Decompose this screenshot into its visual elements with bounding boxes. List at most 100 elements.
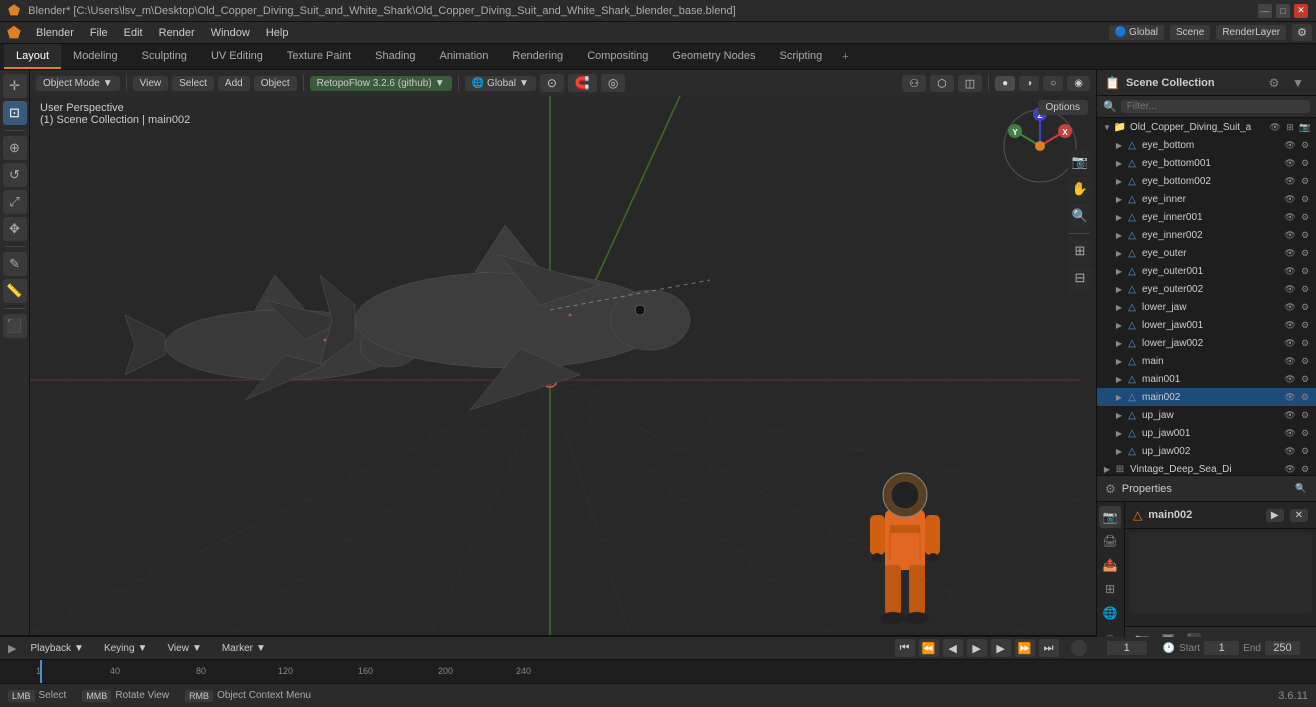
outliner-item-up-jaw001[interactable]: ▶ △ up_jaw001 👁 ⚙ xyxy=(1097,424,1316,442)
snap-toggle[interactable]: 🧲 xyxy=(568,74,597,92)
tab-sculpting[interactable]: Sculpting xyxy=(130,44,199,69)
outliner-item-eye-outer002[interactable]: ▶ △ eye_outer002 👁 ⚙ xyxy=(1097,280,1316,298)
modifier-icon[interactable]: ⚙ xyxy=(1298,336,1312,350)
rotate-tool[interactable]: ↺ xyxy=(3,163,27,187)
collection-icon-btn[interactable]: ⊟ xyxy=(1068,266,1092,290)
outliner-filter-btn[interactable]: ⚙ xyxy=(1264,73,1284,93)
tab-modeling[interactable]: Modeling xyxy=(61,44,130,69)
tab-animation[interactable]: Animation xyxy=(428,44,501,69)
scale-tool[interactable]: ⤢ xyxy=(3,190,27,214)
visibility-icon[interactable]: 👁 xyxy=(1283,210,1297,224)
modifier-icon[interactable]: ⚙ xyxy=(1298,354,1312,368)
outliner-item-lower-jaw[interactable]: ▶ △ lower_jaw 👁 ⚙ xyxy=(1097,298,1316,316)
end-frame-input[interactable] xyxy=(1265,641,1300,655)
scene-data-props-icon[interactable]: 🌐 xyxy=(1099,602,1121,624)
measure-tool[interactable]: 📏 xyxy=(3,279,27,303)
modifier-icon[interactable]: ⚙ xyxy=(1298,300,1312,314)
retopoflow-btn[interactable]: RetopoFlow 3.2.6 (github) ▼ xyxy=(310,76,452,91)
play-btn[interactable]: ▶ xyxy=(967,639,987,657)
select-menu-btn[interactable]: Select xyxy=(172,76,214,91)
menu-edit[interactable]: Edit xyxy=(116,25,151,41)
view-menu-btn[interactable]: View xyxy=(133,76,169,91)
blender-menu-logo[interactable]: ⬟ xyxy=(4,23,24,43)
modifier-icon[interactable]: ⚙ xyxy=(1298,444,1312,458)
close-button[interactable]: ✕ xyxy=(1294,4,1308,18)
renderlayer-selector[interactable]: RenderLayer xyxy=(1216,25,1286,40)
next-keyframe-btn[interactable]: ▶ xyxy=(991,639,1011,657)
marker-menu[interactable]: Marker ▼ xyxy=(216,641,272,656)
magnify-tool-btn[interactable]: 🔍 xyxy=(1068,204,1092,228)
move-tool[interactable]: ⊕ xyxy=(3,136,27,160)
proportional-toggle[interactable]: ◎ xyxy=(601,74,625,92)
modifier-icon[interactable]: ⚙ xyxy=(1298,372,1312,386)
object-menu-btn[interactable]: Object xyxy=(254,76,297,91)
outliner-item-lower-jaw001[interactable]: ▶ △ lower_jaw001 👁 ⚙ xyxy=(1097,316,1316,334)
next-frame-btn[interactable]: ⏩ xyxy=(1015,639,1035,657)
viewport-display-icon[interactable]: ⊞ xyxy=(1283,120,1297,134)
overlay-toggle[interactable]: ⬡ xyxy=(930,75,954,92)
modifier-icon[interactable]: ⚙ xyxy=(1298,390,1312,404)
focus-icon-btn[interactable]: ⊞ xyxy=(1068,239,1092,263)
outliner-search-input[interactable] xyxy=(1121,100,1310,113)
outliner-item-eye-bottom002[interactable]: ▶ △ eye_bottom002 👁 ⚙ xyxy=(1097,172,1316,190)
visibility-icon[interactable]: 👁 xyxy=(1283,192,1297,206)
outliner-item-eye-bottom[interactable]: ▶ △ eye_bottom 👁 ⚙ xyxy=(1097,136,1316,154)
visibility-icon[interactable]: 👁 xyxy=(1283,228,1297,242)
visibility-icon[interactable]: 👁 xyxy=(1283,444,1297,458)
visibility-icon[interactable]: 👁 xyxy=(1283,156,1297,170)
visibility-icon[interactable]: 👁 xyxy=(1283,282,1297,296)
modifier-icon[interactable]: ⚙ xyxy=(1298,156,1312,170)
visibility-icon[interactable]: 👁 xyxy=(1283,354,1297,368)
scene-props-icon[interactable]: 📷 xyxy=(1099,506,1121,528)
start-frame-input[interactable] xyxy=(1204,641,1239,655)
scene-selector[interactable]: Scene xyxy=(1170,25,1210,40)
visibility-icon[interactable]: 👁 xyxy=(1268,120,1282,134)
modifier-icon[interactable]: ⚙ xyxy=(1298,426,1312,440)
eevee-shading[interactable]: ◉ xyxy=(1067,76,1090,91)
modifier-icon[interactable]: ⚙ xyxy=(1298,228,1312,242)
tab-layout[interactable]: Layout xyxy=(4,44,61,69)
visibility-icon[interactable]: 👁 xyxy=(1283,408,1297,422)
modifier-icon[interactable]: ⚙ xyxy=(1298,462,1312,475)
visibility-icon[interactable]: 👁 xyxy=(1283,390,1297,404)
outliner-item-root[interactable]: ▼ 📁 Old_Copper_Diving_Suit_a 👁 ⊞ 📷 xyxy=(1097,118,1316,136)
outliner-item-main001[interactable]: ▶ △ main001 👁 ⚙ xyxy=(1097,370,1316,388)
viewport-options-btn[interactable]: Options xyxy=(1038,100,1088,115)
visibility-icon[interactable]: 👁 xyxy=(1283,318,1297,332)
modifier-icon[interactable]: ⚙ xyxy=(1298,282,1312,296)
material-shading[interactable]: ◑ xyxy=(1019,76,1039,91)
tab-uv-editing[interactable]: UV Editing xyxy=(199,44,275,69)
outliner-item-up-jaw002[interactable]: ▶ △ up_jaw002 👁 ⚙ xyxy=(1097,442,1316,460)
menu-window[interactable]: Window xyxy=(203,25,258,41)
modifier-icon[interactable]: ⚙ xyxy=(1298,264,1312,278)
playback-menu[interactable]: Playback ▼ xyxy=(24,641,89,656)
prev-keyframe-btn[interactable]: ◀ xyxy=(943,639,963,657)
tab-compositing[interactable]: Compositing xyxy=(575,44,660,69)
solid-shading[interactable]: ● xyxy=(995,76,1015,91)
visibility-icon[interactable]: 👁 xyxy=(1283,174,1297,188)
add-cube-tool[interactable]: ⬛ xyxy=(3,314,27,338)
current-frame-input[interactable] xyxy=(1107,641,1147,655)
menu-render[interactable]: Render xyxy=(151,25,203,41)
outliner-item-eye-inner002[interactable]: ▶ △ eye_inner002 👁 ⚙ xyxy=(1097,226,1316,244)
outliner-item-eye-inner001[interactable]: ▶ △ eye_inner001 👁 ⚙ xyxy=(1097,208,1316,226)
outliner-options-btn[interactable]: ▼ xyxy=(1288,73,1308,93)
browse-object-btn[interactable]: ▶ xyxy=(1266,509,1284,522)
hand-tool-btn[interactable]: ✋ xyxy=(1068,177,1092,201)
prev-frame-btn[interactable]: ⏪ xyxy=(919,639,939,657)
outliner-item-up-jaw[interactable]: ▶ △ up_jaw 👁 ⚙ xyxy=(1097,406,1316,424)
filter-icon[interactable]: ⚙ xyxy=(1292,24,1312,41)
modifier-icon[interactable]: ⚙ xyxy=(1298,174,1312,188)
output-props-icon[interactable]: 📤 xyxy=(1099,554,1121,576)
outliner-item-eye-inner[interactable]: ▶ △ eye_inner 👁 ⚙ xyxy=(1097,190,1316,208)
xray-toggle[interactable]: ◫ xyxy=(958,75,982,92)
tab-shading[interactable]: Shading xyxy=(363,44,427,69)
jump-end-btn[interactable]: ⏭ xyxy=(1039,639,1059,657)
jump-start-btn[interactable]: ⏮ xyxy=(895,639,915,657)
outliner-item-eye-outer[interactable]: ▶ △ eye_outer 👁 ⚙ xyxy=(1097,244,1316,262)
tab-texture-paint[interactable]: Texture Paint xyxy=(275,44,363,69)
transform-tool[interactable]: ✥ xyxy=(3,217,27,241)
add-menu-btn[interactable]: Add xyxy=(218,76,250,91)
tab-rendering[interactable]: Rendering xyxy=(500,44,575,69)
visibility-icon[interactable]: 👁 xyxy=(1283,246,1297,260)
